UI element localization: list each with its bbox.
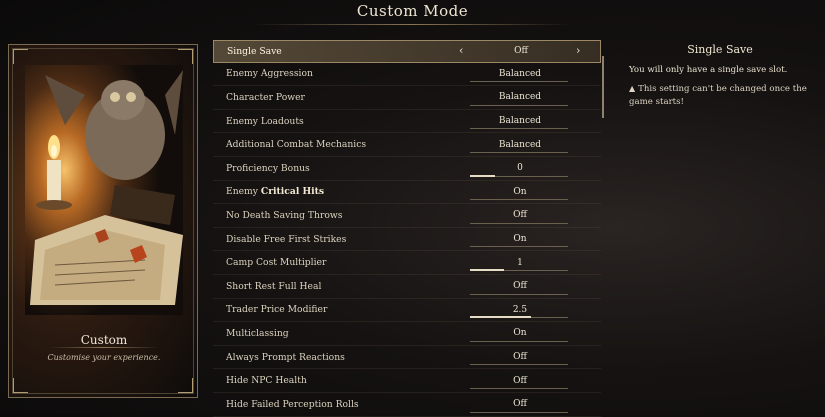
info-warning: ▲ This setting can't be changed once the … [629, 82, 809, 109]
setting-value: On [513, 234, 527, 245]
setting-label: Multiclassing [226, 327, 289, 339]
setting-track [470, 387, 568, 389]
title-divider [252, 24, 572, 25]
setting-label: Hide Failed Perception Rolls [226, 398, 359, 410]
setting-row-no-death-saving-throws[interactable]: No Death Saving Throws Off [213, 204, 601, 228]
setting-value: Off [513, 352, 527, 363]
setting-row-short-rest-full-heal[interactable]: Short Rest Full Heal Off [213, 275, 601, 299]
setting-label: Proficiency Bonus [226, 162, 310, 174]
setting-label: Camp Cost Multiplier [226, 257, 327, 269]
setting-row-multiclassing[interactable]: Multiclassing On [213, 322, 601, 346]
setting-row-additional-combat-mechanics[interactable]: Additional Combat Mechanics Balanced [213, 133, 601, 157]
setting-row-always-prompt-reactions[interactable]: Always Prompt Reactions Off [213, 346, 601, 370]
setting-track [470, 81, 568, 83]
setting-value: Balanced [498, 68, 542, 79]
setting-label: Hide NPC Health [226, 375, 307, 387]
card-subtitle: Customise your experience. [47, 353, 161, 362]
setting-value: Off [513, 281, 527, 292]
setting-track [470, 151, 568, 153]
setting-value: Off [514, 46, 528, 57]
setting-label: Trader Price Modifier [226, 304, 328, 316]
warning-text: This setting can't be changed once the g… [629, 84, 807, 107]
setting-label: Always Prompt Reactions [226, 351, 345, 363]
settings-scrollbar[interactable] [602, 56, 604, 118]
setting-value: 0 [517, 163, 523, 174]
setting-label: Single Save [227, 45, 282, 57]
setting-track [470, 128, 568, 130]
setting-label: Enemy Aggression [226, 68, 313, 80]
setting-row-proficiency-bonus[interactable]: Proficiency Bonus 0 [213, 157, 601, 181]
card-divider [49, 347, 159, 348]
slider-fill [470, 268, 505, 271]
setting-track [470, 293, 568, 295]
setting-label: Disable Free First Strikes [226, 233, 347, 245]
info-description: You will only have a single save slot. [629, 65, 788, 75]
card-title: Custom [80, 333, 128, 347]
page-title: Custom Mode [356, 2, 469, 20]
setting-row-enemy-aggression[interactable]: Enemy Aggression Balanced [213, 63, 601, 87]
mode-artwork [25, 65, 183, 315]
slider-track[interactable] [470, 316, 568, 319]
setting-row-camp-cost-multiplier[interactable]: Camp Cost Multiplier 1 [213, 251, 601, 275]
info-title: Single Save [687, 43, 753, 56]
setting-row-character-power[interactable]: Character Power Balanced [213, 86, 601, 110]
setting-value: Balanced [498, 139, 542, 150]
setting-label: Additional Combat Mechanics [226, 139, 367, 151]
setting-row-single-save[interactable]: Single Save ‹ Off › [213, 40, 601, 63]
settings-list: Single Save ‹ Off › Enemy Aggression Bal… [213, 40, 601, 417]
mode-card: Custom Customise your experience. [8, 44, 198, 398]
chevron-right-icon[interactable]: › [576, 44, 580, 57]
setting-value: Off [513, 210, 527, 221]
setting-value: 2.5 [512, 304, 528, 315]
setting-row-enemy-loadouts[interactable]: Enemy Loadouts Balanced [213, 110, 601, 134]
warning-icon: ▲ [629, 84, 636, 93]
setting-value: On [513, 328, 527, 339]
setting-track [470, 411, 568, 413]
setting-label: Short Rest Full Heal [226, 280, 322, 292]
setting-label-plain: Enemy [226, 186, 261, 198]
setting-value: Balanced [498, 92, 542, 103]
setting-track [470, 199, 568, 201]
setting-value: Off [513, 375, 527, 386]
setting-track [470, 222, 568, 224]
setting-track [470, 104, 568, 106]
setting-row-hide-npc-health[interactable]: Hide NPC Health Off [213, 369, 601, 393]
setting-label: No Death Saving Throws [226, 209, 343, 221]
slider-track[interactable] [470, 268, 568, 271]
setting-row-trader-price-modifier[interactable]: Trader Price Modifier 2.5 [213, 299, 601, 323]
setting-value: 1 [517, 257, 523, 268]
slider-track[interactable] [470, 174, 568, 177]
setting-row-enemy-critical-hits[interactable]: Enemy Critical Hits On [213, 181, 601, 205]
setting-label: Enemy Critical Hits [226, 186, 324, 197]
setting-value: On [513, 186, 527, 197]
setting-value: Balanced [498, 116, 542, 127]
setting-track [470, 246, 568, 248]
corner-ornament [13, 378, 28, 393]
setting-value: Off [513, 399, 527, 410]
setting-track [470, 364, 568, 366]
corner-ornament [13, 49, 28, 64]
corner-ornament [178, 378, 193, 393]
setting-label: Enemy Loadouts [226, 115, 304, 127]
setting-track [470, 340, 568, 342]
setting-label-bold: Critical Hits [260, 186, 325, 198]
slider-fill [470, 316, 531, 319]
slider-fill [470, 174, 495, 177]
setting-row-disable-free-first-strikes[interactable]: Disable Free First Strikes On [213, 228, 601, 252]
corner-ornament [178, 49, 193, 64]
chevron-left-icon[interactable]: ‹ [459, 44, 463, 57]
setting-label: Character Power [226, 91, 305, 103]
